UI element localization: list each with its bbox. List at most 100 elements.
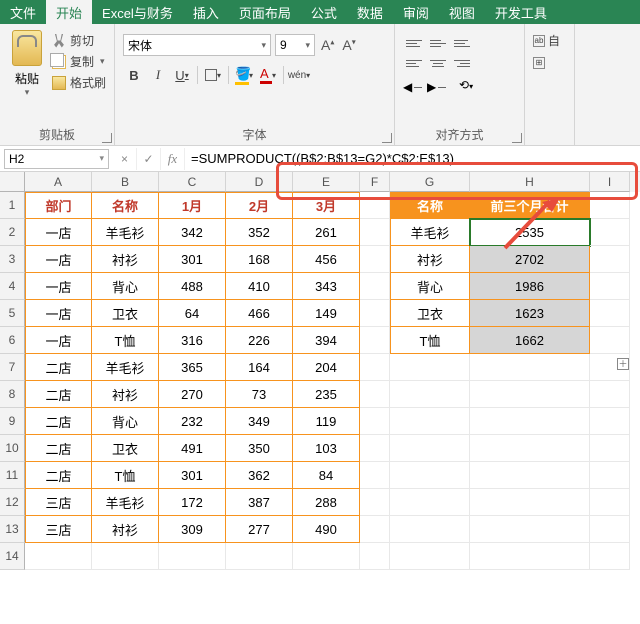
cell[interactable]: 2702 bbox=[470, 246, 590, 273]
row-header[interactable]: 2 bbox=[0, 219, 25, 246]
row-header[interactable]: 8 bbox=[0, 381, 25, 408]
row-header[interactable]: 14 bbox=[0, 543, 25, 570]
cell[interactable] bbox=[590, 435, 630, 462]
row-header[interactable]: 1 bbox=[0, 192, 25, 219]
cell[interactable] bbox=[360, 462, 390, 489]
cell[interactable]: 394 bbox=[293, 327, 360, 354]
cell[interactable]: 103 bbox=[293, 435, 360, 462]
align-middle-button[interactable] bbox=[427, 34, 449, 52]
cell[interactable]: 一店 bbox=[25, 219, 92, 246]
cell[interactable] bbox=[590, 381, 630, 408]
decrease-font-button[interactable]: A▾ bbox=[340, 37, 357, 53]
cell[interactable]: 119 bbox=[293, 408, 360, 435]
cell[interactable]: 466 bbox=[226, 300, 293, 327]
cell[interactable]: 羊毛衫 bbox=[390, 219, 470, 246]
align-bottom-button[interactable] bbox=[451, 34, 473, 52]
copy-button[interactable]: 复制▾ bbox=[52, 53, 106, 70]
cell[interactable] bbox=[293, 543, 360, 570]
row-header[interactable]: 9 bbox=[0, 408, 25, 435]
cell[interactable] bbox=[590, 273, 630, 300]
cell[interactable]: 64 bbox=[159, 300, 226, 327]
cell[interactable] bbox=[360, 354, 390, 381]
cell[interactable] bbox=[470, 381, 590, 408]
select-all-corner[interactable] bbox=[0, 172, 25, 192]
cell[interactable]: 背心 bbox=[92, 408, 159, 435]
cell[interactable]: 343 bbox=[293, 273, 360, 300]
cell[interactable] bbox=[590, 300, 630, 327]
decrease-indent-button[interactable]: ◀ bbox=[403, 78, 423, 96]
cell[interactable]: 一店 bbox=[25, 300, 92, 327]
cell[interactable]: 172 bbox=[159, 489, 226, 516]
align-center-button[interactable] bbox=[427, 54, 449, 72]
cell[interactable] bbox=[390, 543, 470, 570]
col-header[interactable]: B bbox=[92, 172, 159, 192]
cell[interactable]: 410 bbox=[226, 273, 293, 300]
cell[interactable]: T恤 bbox=[390, 327, 470, 354]
menu-review[interactable]: 审阅 bbox=[393, 0, 439, 24]
cell[interactable]: 二店 bbox=[25, 381, 92, 408]
cell[interactable]: 部门 bbox=[25, 192, 92, 219]
cell[interactable]: 二店 bbox=[25, 354, 92, 381]
cell[interactable] bbox=[360, 246, 390, 273]
cell[interactable]: 149 bbox=[293, 300, 360, 327]
col-header[interactable]: G bbox=[390, 172, 470, 192]
font-launcher[interactable] bbox=[382, 133, 392, 143]
bold-button[interactable]: B bbox=[123, 64, 145, 86]
cell[interactable] bbox=[590, 516, 630, 543]
cell[interactable]: 1623 bbox=[470, 300, 590, 327]
cell[interactable] bbox=[590, 246, 630, 273]
cell[interactable]: 342 bbox=[159, 219, 226, 246]
cell[interactable]: 352 bbox=[226, 219, 293, 246]
fx-button[interactable]: fx bbox=[161, 148, 185, 170]
cell[interactable]: 350 bbox=[226, 435, 293, 462]
format-painter-button[interactable]: 格式刷 bbox=[52, 74, 106, 91]
cell[interactable]: 235 bbox=[293, 381, 360, 408]
cell[interactable]: 2月 bbox=[226, 192, 293, 219]
cell[interactable] bbox=[226, 543, 293, 570]
cell[interactable]: 羊毛衫 bbox=[92, 219, 159, 246]
cell[interactable]: 1986 bbox=[470, 273, 590, 300]
cell[interactable]: 2535 bbox=[470, 219, 590, 246]
name-box[interactable]: H2▾ bbox=[4, 149, 109, 169]
paste-button[interactable]: 粘贴 ▾ bbox=[8, 28, 46, 100]
cell[interactable] bbox=[360, 327, 390, 354]
menu-excel-finance[interactable]: Excel与财务 bbox=[92, 0, 183, 24]
cell[interactable] bbox=[470, 354, 590, 381]
cell[interactable] bbox=[159, 543, 226, 570]
cell[interactable]: 309 bbox=[159, 516, 226, 543]
cell[interactable] bbox=[590, 408, 630, 435]
cell[interactable] bbox=[360, 381, 390, 408]
row-header[interactable]: 11 bbox=[0, 462, 25, 489]
wrap-text-button[interactable]: ab自 bbox=[533, 32, 566, 49]
cell[interactable]: 二店 bbox=[25, 408, 92, 435]
menu-formula[interactable]: 公式 bbox=[301, 0, 347, 24]
cell[interactable]: 二店 bbox=[25, 462, 92, 489]
align-launcher[interactable] bbox=[512, 133, 522, 143]
menu-layout[interactable]: 页面布局 bbox=[229, 0, 301, 24]
align-right-button[interactable] bbox=[451, 54, 473, 72]
row-header[interactable]: 3 bbox=[0, 246, 25, 273]
cell[interactable] bbox=[360, 435, 390, 462]
cell[interactable]: 名称 bbox=[390, 192, 470, 219]
cell[interactable]: 226 bbox=[226, 327, 293, 354]
cell[interactable]: 三店 bbox=[25, 516, 92, 543]
cell[interactable] bbox=[390, 435, 470, 462]
menu-file[interactable]: 文件 bbox=[0, 0, 46, 24]
font-color-button[interactable]: A▾ bbox=[257, 64, 279, 86]
menu-data[interactable]: 数据 bbox=[347, 0, 393, 24]
cell[interactable]: 261 bbox=[293, 219, 360, 246]
cell[interactable]: 卫衣 bbox=[92, 435, 159, 462]
cell[interactable]: 362 bbox=[226, 462, 293, 489]
cell[interactable]: 衬衫 bbox=[92, 381, 159, 408]
cell[interactable] bbox=[470, 462, 590, 489]
merge-button[interactable]: ⊞ bbox=[533, 57, 566, 69]
cell[interactable]: 349 bbox=[226, 408, 293, 435]
cell[interactable] bbox=[390, 381, 470, 408]
cell[interactable]: 488 bbox=[159, 273, 226, 300]
cell[interactable]: 羊毛衫 bbox=[92, 354, 159, 381]
cell[interactable]: 387 bbox=[226, 489, 293, 516]
cell[interactable] bbox=[360, 273, 390, 300]
cell[interactable]: 164 bbox=[226, 354, 293, 381]
cell[interactable]: 衬衫 bbox=[390, 246, 470, 273]
col-header[interactable]: I bbox=[590, 172, 630, 192]
